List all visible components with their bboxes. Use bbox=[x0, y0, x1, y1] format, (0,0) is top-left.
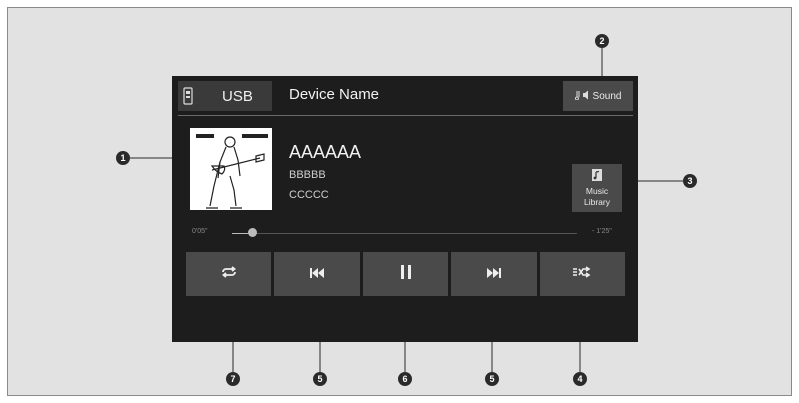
callout-2: 2 bbox=[595, 34, 609, 48]
repeat-icon bbox=[220, 265, 238, 283]
playback-controls bbox=[186, 252, 626, 296]
progress-track[interactable] bbox=[232, 233, 577, 234]
pause-button[interactable] bbox=[362, 252, 449, 296]
callout-3: 3 bbox=[683, 174, 697, 188]
source-label: USB bbox=[222, 87, 253, 105]
sound-button[interactable]: Sound bbox=[563, 81, 633, 111]
shuffle-button[interactable] bbox=[539, 252, 626, 296]
artist-name: BBBBB bbox=[289, 169, 326, 181]
callout-7: 7 bbox=[226, 372, 240, 386]
device-name: Device Name bbox=[289, 86, 380, 103]
pause-icon bbox=[400, 264, 411, 284]
music-library-icon bbox=[572, 168, 622, 185]
callout-5-next: 5 bbox=[485, 372, 499, 386]
next-track-button[interactable] bbox=[451, 252, 537, 296]
skip-back-icon bbox=[310, 265, 325, 283]
audio-screen: USB Device Name Sound AAAAAA BBBBB CCCCC bbox=[172, 76, 638, 342]
usb-source-button[interactable]: USB bbox=[178, 81, 272, 111]
header-divider bbox=[178, 115, 633, 116]
library-label-line2: Library bbox=[584, 197, 610, 207]
callout-5-prev: 5 bbox=[313, 372, 327, 386]
shuffle-icon bbox=[573, 265, 591, 283]
album-art bbox=[190, 128, 272, 210]
remaining-time: - 1'25" bbox=[592, 228, 612, 235]
music-library-button[interactable]: Music Library bbox=[572, 164, 622, 212]
track-title: AAAAAA bbox=[289, 142, 362, 162]
usb-icon bbox=[178, 81, 198, 111]
callout-4: 4 bbox=[573, 372, 587, 386]
library-label-line1: Music bbox=[585, 186, 609, 196]
progress-slider-knob[interactable] bbox=[248, 228, 258, 237]
sound-icon bbox=[574, 90, 589, 103]
callout-6: 6 bbox=[398, 372, 412, 386]
previous-track-button[interactable] bbox=[274, 252, 360, 296]
callout-1: 1 bbox=[116, 151, 130, 165]
sound-label: Sound bbox=[592, 90, 622, 102]
repeat-button[interactable] bbox=[186, 252, 272, 296]
elapsed-time: 0'05" bbox=[192, 228, 208, 235]
skip-forward-icon bbox=[486, 265, 501, 283]
album-name: CCCCC bbox=[289, 189, 329, 201]
